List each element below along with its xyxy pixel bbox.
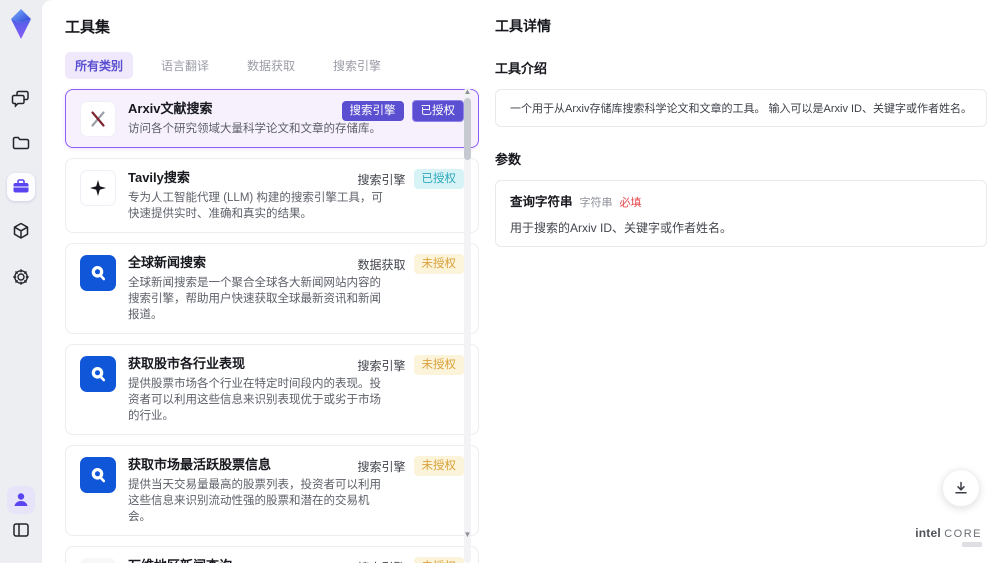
user-icon <box>14 493 28 506</box>
tool-description: 提供股票市场各个行业在特定时间段内的表现。投资者可以利用这些信息来识别表现优于或… <box>128 378 381 422</box>
sidebar-item-account[interactable] <box>7 486 35 514</box>
brand-accent-bar <box>962 542 982 547</box>
scroll-down-icon[interactable]: ▼ <box>463 531 472 539</box>
param-type: 字符串 <box>579 197 613 209</box>
news-search-icon <box>80 255 116 291</box>
intro-card: 一个用于从Arxiv存储库搜索科学论文和文章的工具。 输入可以是Arxiv ID… <box>495 89 987 127</box>
app-logo-icon <box>11 9 31 39</box>
sidebar-item-toolbox[interactable] <box>7 173 35 201</box>
tool-card-regional-news[interactable]: 万维地区新闻查询 查询具体行政区划内的新闻，快速了解各地新闻动 搜索引擎 未授权 <box>65 546 479 563</box>
tab-all-categories[interactable]: 所有类别 <box>65 51 134 79</box>
toolbox-icon <box>13 179 29 193</box>
sidebar-item-settings[interactable] <box>7 263 35 291</box>
param-description: 用于搜索的Arxiv ID、关键字或作者姓名。 <box>510 221 733 235</box>
param-name: 查询字符串 <box>510 195 573 209</box>
auth-status-badge: 已授权 <box>413 169 464 189</box>
tool-list: Arxiv文献搜索 访问各个研究领域大量科学论文和文章的存储库。 搜索引擎 已授… <box>65 89 479 563</box>
tool-description: 提供当天交易量最高的股票列表，投资者可以利用这些信息来识别流动性强的股票和潜在的… <box>128 479 381 523</box>
sidebar-item-chat[interactable] <box>7 84 35 112</box>
tavily-star-icon <box>80 170 116 206</box>
tool-card-sector-performance[interactable]: 获取股市各行业表现 提供股票市场各个行业在特定时间段内的表现。投资者可以利用这些… <box>65 344 479 435</box>
tool-name: 获取市场最活跃股票信息 <box>128 457 272 472</box>
category-label: 数据获取 <box>357 257 406 272</box>
settings-gear-icon <box>13 269 29 285</box>
download-icon <box>955 481 967 494</box>
auth-status-badge: 未授权 <box>413 355 464 375</box>
building-icon <box>80 558 116 563</box>
brand-intel-text: intel <box>915 526 941 540</box>
param-card: 查询字符串 字符串 必填 用于搜索的Arxiv ID、关键字或作者姓名。 <box>495 180 987 247</box>
brand-core-text: core <box>944 528 982 540</box>
category-label: 搜索引擎 <box>357 559 405 563</box>
intro-heading: 工具介绍 <box>495 61 548 76</box>
main-surface: 工具集 所有类别 语言翻译 数据获取 搜索引擎 Arxiv文献搜索 访问各个研究… <box>42 0 1000 563</box>
folder-icon <box>12 136 30 150</box>
auth-status-badge: 未授权 <box>413 254 464 274</box>
category-label: 搜索引擎 <box>357 172 406 187</box>
tool-description: 访问各个研究领域大量科学论文和文章的存储库。 <box>128 123 381 135</box>
tool-description: 专为人工智能代理 (LLM) 构建的搜索引擎工具，可快速提供实时、准确和真实的结… <box>128 192 383 220</box>
sidebar-item-plugins[interactable] <box>7 217 35 245</box>
download-button[interactable] <box>942 469 980 507</box>
cube-icon <box>13 222 29 239</box>
intro-text: 一个用于从Arxiv存储库搜索科学论文和文章的工具。 输入可以是Arxiv ID… <box>510 103 972 115</box>
tool-name: Tavily搜索 <box>128 170 190 185</box>
tool-description: 全球新闻搜索是一个聚合全球各大新闻网站内容的搜索引擎，帮助用户快速获取全球最新资… <box>128 277 381 321</box>
tool-card-active-stocks[interactable]: 获取市场最活跃股票信息 提供当天交易量最高的股票列表，投资者可以利用这些信息来识… <box>65 445 479 536</box>
left-rail <box>0 0 42 563</box>
category-label: 搜索引擎 <box>357 459 406 474</box>
arxiv-logo-icon <box>80 101 116 137</box>
category-badge: 搜索引擎 <box>341 101 404 121</box>
scroll-up-icon[interactable]: ▲ <box>463 88 472 96</box>
tool-name: 全球新闻搜索 <box>128 255 207 270</box>
auth-status-badge: 已授权 <box>411 100 464 122</box>
tab-language-translation[interactable]: 语言翻译 <box>151 52 219 79</box>
detail-title: 工具详情 <box>495 18 551 34</box>
news-search-icon <box>80 356 116 392</box>
auth-status-badge: 未授权 <box>413 456 464 476</box>
params-heading: 参数 <box>495 152 522 167</box>
page-title: 工具集 <box>65 19 111 36</box>
tab-data-acquisition[interactable]: 数据获取 <box>237 52 305 79</box>
auth-status-badge: 未授权 <box>413 557 464 563</box>
tool-detail-panel: 工具详情 工具介绍 一个用于从Arxiv存储库搜索科学论文和文章的工具。 输入可… <box>479 0 1000 563</box>
scrollbar-track[interactable]: ▲ ▼ <box>464 88 471 563</box>
tool-name: 获取股市各行业表现 <box>128 356 246 371</box>
news-search-icon <box>80 457 116 493</box>
tool-card-global-news[interactable]: 全球新闻搜索 全球新闻搜索是一个聚合全球各大新闻网站内容的搜索引擎，帮助用户快速… <box>65 243 479 334</box>
intel-core-logo: intel core <box>915 526 982 547</box>
tab-search-engine[interactable]: 搜索引擎 <box>323 52 391 79</box>
param-required-flag: 必填 <box>619 197 642 209</box>
tool-card-tavily[interactable]: Tavily搜索 专为人工智能代理 (LLM) 构建的搜索引擎工具，可快速提供实… <box>65 158 479 233</box>
sidebar-item-files[interactable] <box>7 129 35 157</box>
scrollbar-thumb[interactable] <box>464 98 471 160</box>
tool-name: 万维地区新闻查询 <box>128 557 386 563</box>
tool-card-arxiv[interactable]: Arxiv文献搜索 访问各个研究领域大量科学论文和文章的存储库。 搜索引擎 已授… <box>65 89 479 148</box>
chat-icon <box>11 90 29 108</box>
category-tabs: 所有类别 语言翻译 数据获取 搜索引擎 <box>65 51 479 79</box>
tools-panel: 工具集 所有类别 语言翻译 数据获取 搜索引擎 Arxiv文献搜索 访问各个研究… <box>42 0 479 563</box>
category-label: 搜索引擎 <box>357 358 406 373</box>
collapse-sidebar-button[interactable] <box>7 516 35 544</box>
panel-toggle-icon <box>13 523 29 537</box>
